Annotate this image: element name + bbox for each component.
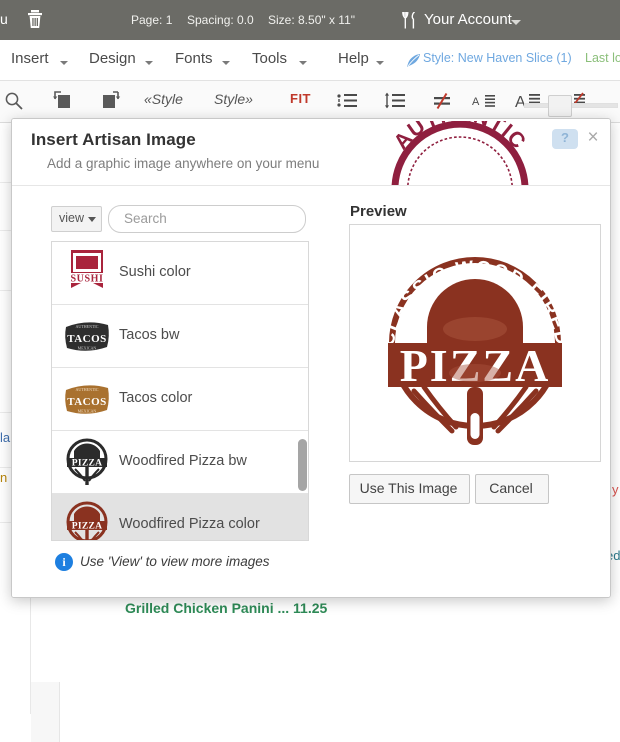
background-text-fragment: y <box>612 482 619 497</box>
svg-text:A: A <box>472 96 480 108</box>
app-window: la n y ed Grilled Chicken Panini ... 11.… <box>0 0 620 742</box>
tacos-bw-thumb: TACOS AUTHENTIC MEXICAN <box>61 311 113 361</box>
list-scrollbar-thumb[interactable] <box>298 439 307 491</box>
menu-label[interactable]: nu <box>0 11 8 27</box>
info-icon-glyph: i <box>62 555 66 569</box>
menu-item-tools[interactable]: Tools <box>252 50 287 67</box>
pizza-bw-thumb: PIZZA <box>61 437 113 487</box>
trash-icon[interactable] <box>26 9 44 29</box>
page-indicator: Page: 1 <box>131 13 173 27</box>
list-item[interactable]: PIZZA Woodfired Pizza bw <box>52 431 308 494</box>
image-list[interactable]: SUSHI Sushi color TACOS AUTHENTIC MEXICA… <box>51 241 309 541</box>
chevron-down-icon[interactable] <box>60 61 68 65</box>
background-text-fragment: la <box>0 430 11 445</box>
menu-line-item: Grilled Chicken Panini ... 11.25 <box>125 600 328 616</box>
list-item-label: Tacos bw <box>119 327 180 343</box>
chevron-down-icon[interactable] <box>88 217 96 222</box>
dialog-body: view Search SUSHI Sushi color TACOS AUTH… <box>12 186 610 597</box>
search-placeholder[interactable]: Search <box>124 211 167 226</box>
insert-image-right-icon[interactable] <box>100 91 122 116</box>
list-scrollbar-track[interactable] <box>298 242 307 538</box>
cancel-label[interactable]: Cancel <box>475 480 547 496</box>
dialog-subtitle: Add a graphic image anywhere on your men… <box>47 156 320 171</box>
list-item-label: Sushi color <box>119 264 191 280</box>
dialog-header: AUTHENTIC Insert Artisan Image Add a gra… <box>12 119 610 186</box>
preview-panel: CLASSIC WOOD FIRED PIZZA <box>349 224 601 462</box>
list-item[interactable]: TACOS AUTHENTIC MEXICAN Tacos color <box>52 368 308 431</box>
last-login-label: Last log <box>585 51 620 65</box>
list-item[interactable]: PIZZA Woodfired Pizza color <box>52 494 308 540</box>
style-prev-button[interactable]: «Style <box>144 91 183 107</box>
style-indicator[interactable]: Style: New Haven Slice (1) <box>423 51 572 65</box>
svg-text:TACOS: TACOS <box>67 333 107 345</box>
background-text-fragment: n <box>0 470 8 485</box>
line-spacing-icon[interactable] <box>384 91 406 116</box>
list-item[interactable]: TACOS AUTHENTIC MEXICAN Tacos bw <box>52 305 308 368</box>
top-bar: nu Page: 1 Spacing: 0.0 Size: 8.50" x 11… <box>0 0 620 40</box>
align-small-icon[interactable]: A <box>472 91 498 116</box>
zoom-slider-handle[interactable] <box>548 95 572 117</box>
svg-text:AUTHENTIC: AUTHENTIC <box>76 387 99 392</box>
view-dropdown-label[interactable]: view <box>59 211 84 225</box>
insert-artisan-image-dialog: AUTHENTIC Insert Artisan Image Add a gra… <box>11 118 611 598</box>
menu-item-design[interactable]: Design <box>89 50 136 67</box>
chevron-down-icon[interactable] <box>376 61 384 65</box>
style-next-button[interactable]: Style» <box>214 91 253 107</box>
pizza-color-thumb: PIZZA <box>61 500 113 540</box>
fork-knife-icon <box>402 11 418 29</box>
view-hint-text: Use 'View' to view more images <box>80 554 270 569</box>
svg-text:SUSHI: SUSHI <box>70 274 103 285</box>
preview-label: Preview <box>350 203 407 220</box>
menu-bar: Insert Design Fonts Tools Help Style: Ne… <box>0 40 620 81</box>
svg-text:MEXICAN: MEXICAN <box>78 409 97 414</box>
insert-image-left-icon[interactable] <box>52 91 74 116</box>
not-equal-icon[interactable] <box>432 91 452 116</box>
close-icon[interactable]: × <box>583 128 603 148</box>
list-item-label: Tacos color <box>119 390 193 406</box>
sushi-banner-thumb: SUSHI <box>61 248 113 298</box>
search-icon[interactable] <box>4 91 24 116</box>
tacos-color-thumb: TACOS AUTHENTIC MEXICAN <box>61 374 113 424</box>
chevron-down-icon[interactable] <box>299 61 307 65</box>
menu-item-fonts[interactable]: Fonts <box>175 50 213 67</box>
size-indicator: Size: 8.50" x 11" <box>268 13 356 27</box>
dialog-title: Insert Artisan Image <box>31 130 196 149</box>
chevron-down-icon[interactable] <box>222 61 230 65</box>
list-item-label: Woodfired Pizza color <box>119 516 260 532</box>
numbered-list-icon[interactable] <box>336 91 358 116</box>
list-item-label: Woodfired Pizza bw <box>119 453 247 469</box>
use-this-image-label[interactable]: Use This Image <box>349 480 468 496</box>
menu-item-help[interactable]: Help <box>338 50 369 67</box>
pizza-color-preview-graphic: CLASSIC WOOD FIRED PIZZA <box>372 231 578 453</box>
chevron-down-icon[interactable] <box>511 20 521 25</box>
svg-text:TACOS: TACOS <box>67 396 107 408</box>
account-label[interactable]: Your Account <box>424 11 512 28</box>
quill-icon <box>406 53 421 68</box>
menu-item-insert[interactable]: Insert <box>11 50 49 67</box>
icon-toolbar: «Style Style» FIT A A <box>0 81 620 123</box>
help-icon[interactable]: ? <box>552 130 578 145</box>
document-side-column <box>31 682 60 742</box>
spacing-indicator: Spacing: 0.0 <box>187 13 254 27</box>
list-item[interactable]: SUSHI Sushi color <box>52 242 308 305</box>
svg-text:MEXICAN: MEXICAN <box>78 346 97 351</box>
svg-text:AUTHENTIC: AUTHENTIC <box>76 324 99 329</box>
fit-button[interactable]: FIT <box>290 91 311 106</box>
svg-text:AUTHENTIC: AUTHENTIC <box>389 121 531 154</box>
chevron-down-icon[interactable] <box>145 61 153 65</box>
